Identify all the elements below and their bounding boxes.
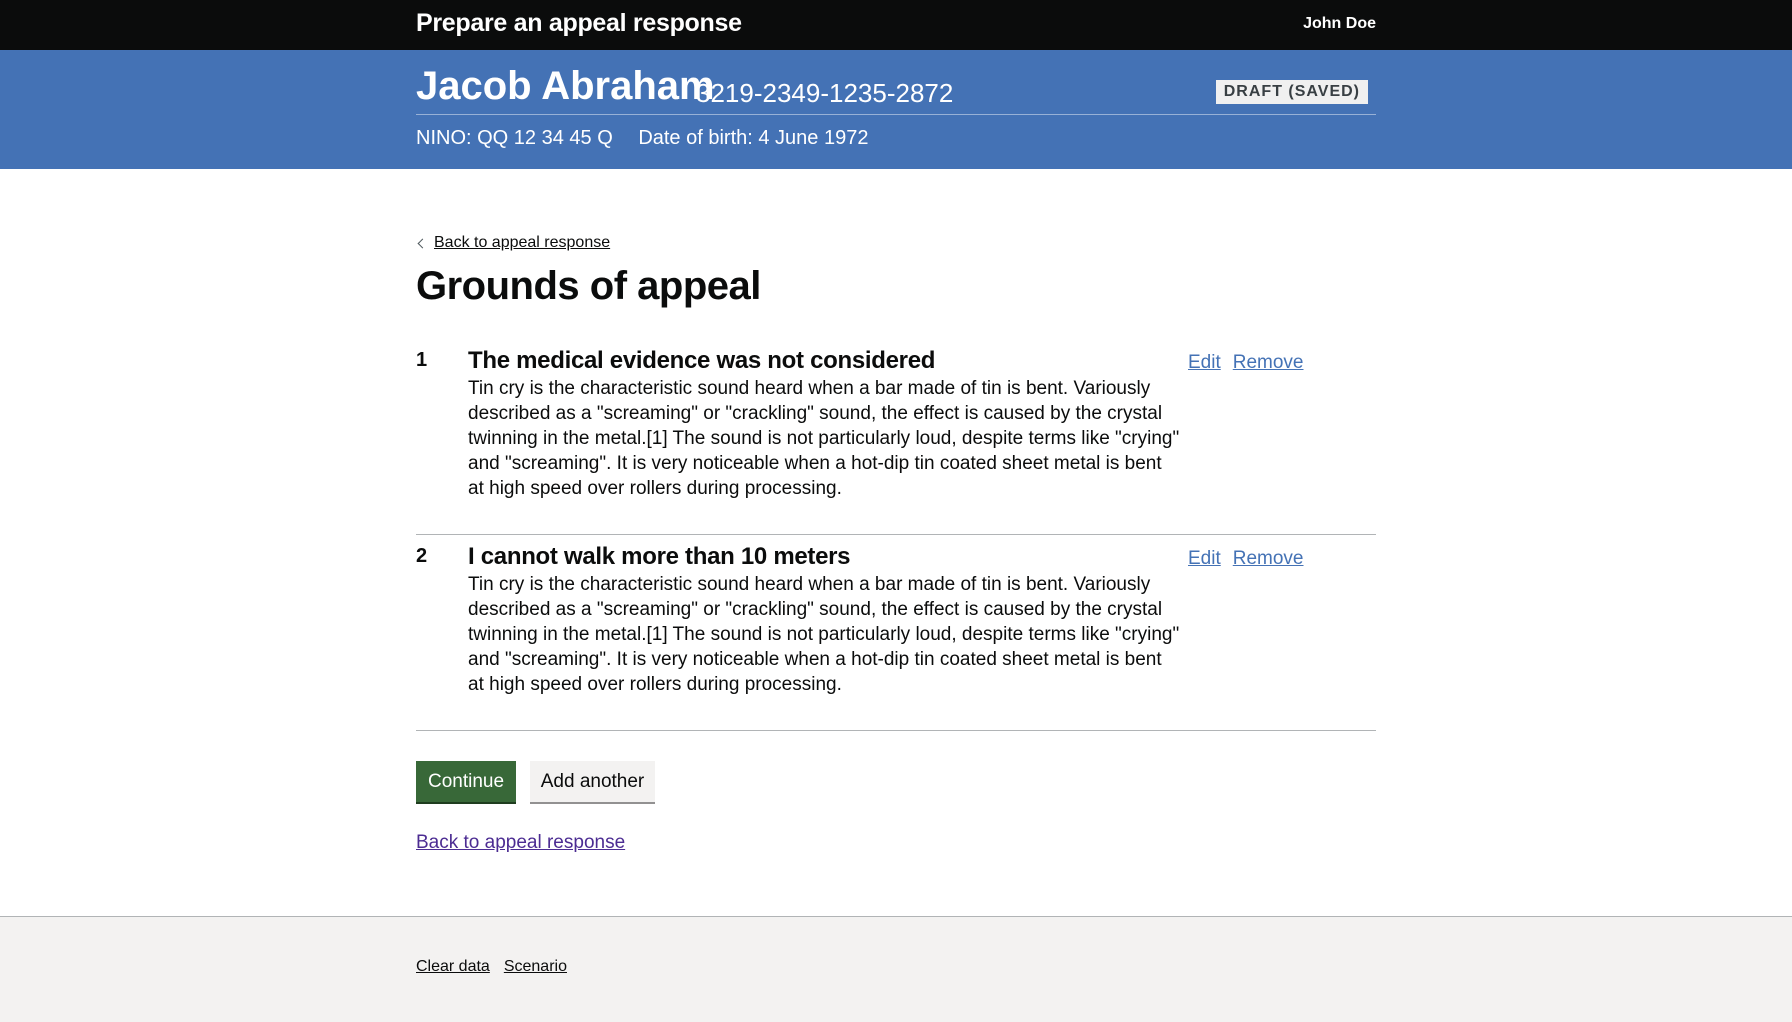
top-header: Prepare an appeal response John Doe bbox=[0, 0, 1792, 50]
add-another-button[interactable]: Add another bbox=[530, 761, 655, 802]
ground-title: The medical evidence was not considered bbox=[468, 347, 936, 374]
claimant-name: Jacob Abraham bbox=[416, 64, 715, 108]
edit-link[interactable]: Edit bbox=[1188, 548, 1221, 569]
edit-link[interactable]: Edit bbox=[1188, 352, 1221, 373]
banner-divider bbox=[416, 114, 1376, 115]
remove-link[interactable]: Remove bbox=[1233, 548, 1304, 569]
back-link-top[interactable]: Back to appeal response bbox=[416, 234, 610, 252]
remove-link[interactable]: Remove bbox=[1233, 352, 1304, 373]
ground-actions: Edit Remove bbox=[1188, 352, 1316, 374]
chevron-left-icon bbox=[417, 238, 428, 248]
nino: NINO: QQ 12 34 45 Q bbox=[416, 127, 613, 149]
ground-number: 1 bbox=[416, 349, 428, 371]
ground-description: Tin cry is the characteristic sound hear… bbox=[468, 574, 1180, 695]
continue-button[interactable]: Continue bbox=[416, 761, 516, 802]
back-link-bottom[interactable]: Back to appeal response bbox=[416, 832, 625, 854]
ground-actions: Edit Remove bbox=[1188, 548, 1316, 570]
footer-links: Clear data Scenario bbox=[416, 958, 581, 976]
ground-number: 2 bbox=[416, 545, 428, 567]
claimant-banner: Jacob Abraham 3219-2349-1235-2872 DRAFT … bbox=[0, 50, 1792, 169]
service-name[interactable]: Prepare an appeal response bbox=[416, 9, 742, 38]
scenario-link[interactable]: Scenario bbox=[504, 958, 567, 975]
footer: Clear data Scenario bbox=[0, 916, 1792, 1022]
claimant-meta: NINO: QQ 12 34 45 Q Date of birth: 4 Jun… bbox=[416, 127, 868, 150]
ground-item: 1 The medical evidence was not considere… bbox=[416, 347, 1376, 535]
clear-data-link[interactable]: Clear data bbox=[416, 958, 490, 975]
ground-title: I cannot walk more than 10 meters bbox=[468, 543, 851, 570]
claimant-reference: 3219-2349-1235-2872 bbox=[696, 78, 954, 108]
ground-description: Tin cry is the characteristic sound hear… bbox=[468, 378, 1180, 499]
date-of-birth: Date of birth: 4 June 1972 bbox=[638, 127, 869, 149]
back-link-top-label: Back to appeal response bbox=[434, 234, 611, 251]
ground-item: 2 I cannot walk more than 10 meters Tin … bbox=[416, 543, 1376, 731]
user-name[interactable]: John Doe bbox=[1303, 15, 1376, 33]
status-badge: DRAFT (SAVED) bbox=[1215, 80, 1368, 104]
page-title: Grounds of appeal bbox=[416, 264, 761, 308]
